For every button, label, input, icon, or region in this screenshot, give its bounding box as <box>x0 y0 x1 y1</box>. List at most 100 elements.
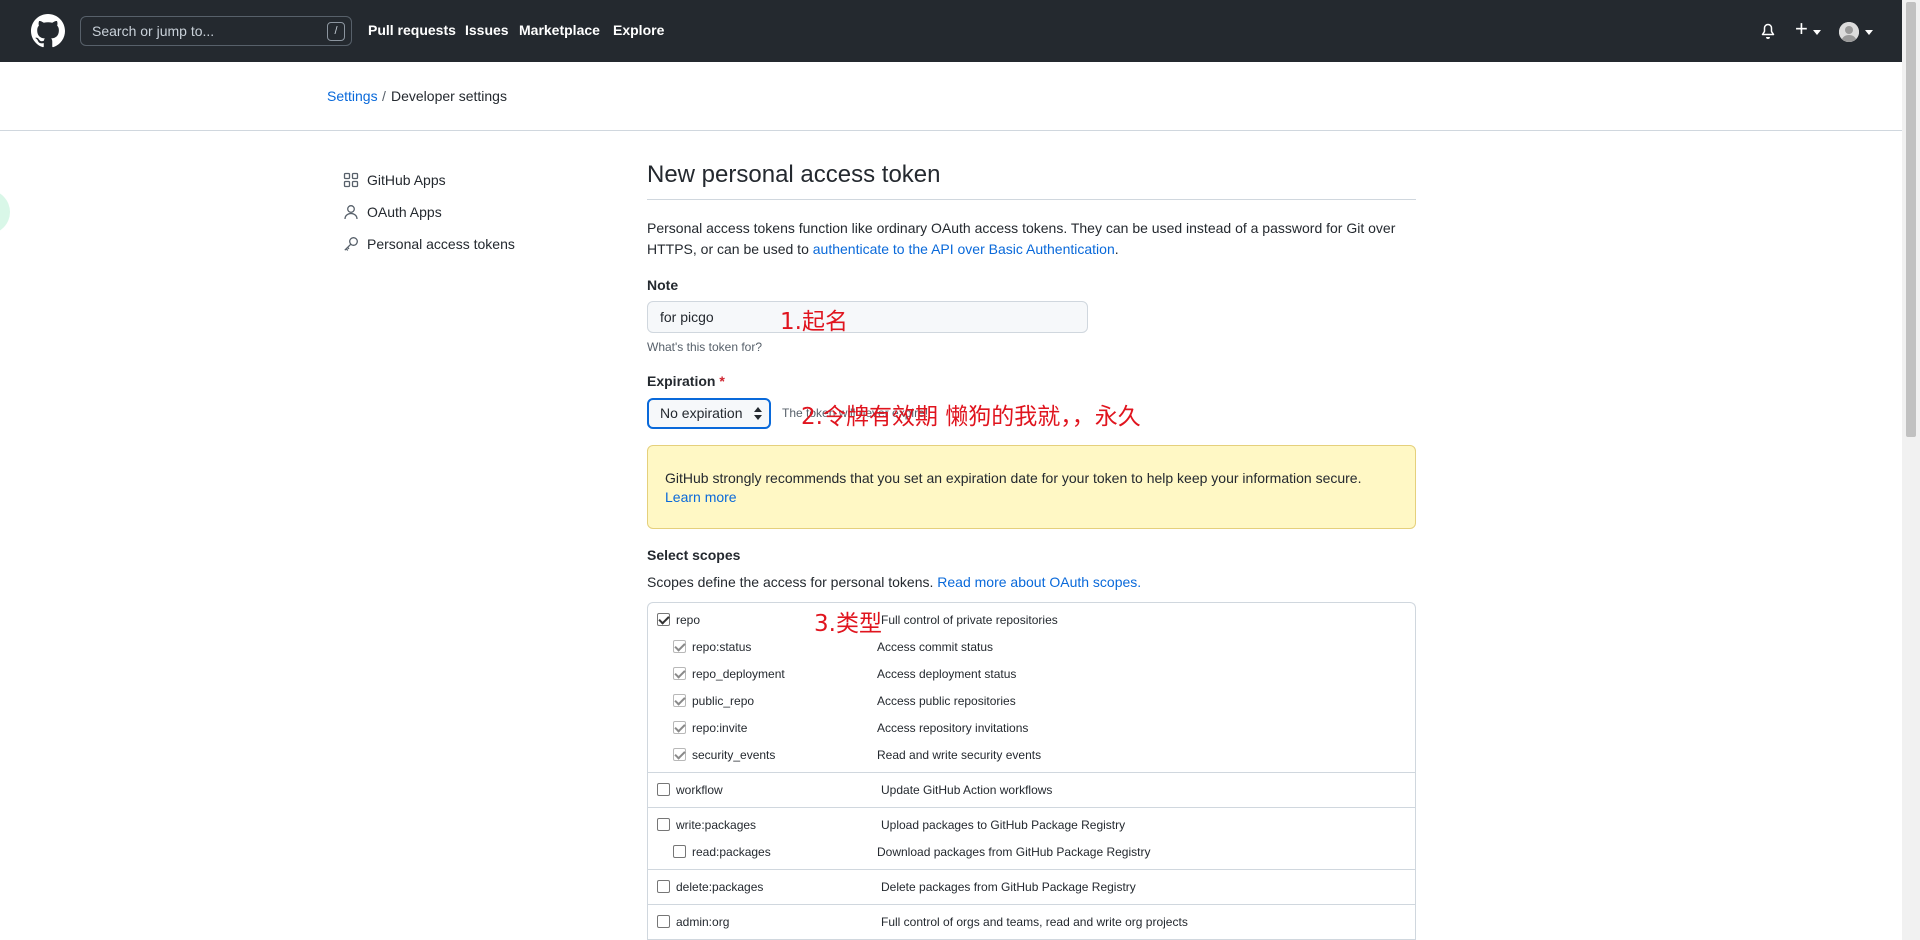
create-new-button[interactable]: + <box>1795 18 1808 40</box>
global-header: Search or jump to... / Pull requests Iss… <box>0 0 1902 62</box>
scope-checkbox[interactable] <box>657 783 670 796</box>
scope-group: admin:org Full control of orgs and teams,… <box>648 905 1415 940</box>
scope-description: Access public repositories <box>877 694 1016 708</box>
sidebar-item-label: Personal access tokens <box>367 236 515 252</box>
scope-name: delete:packages <box>676 880 764 894</box>
title-divider <box>647 199 1416 200</box>
key-icon <box>344 237 358 251</box>
scope-name: repo <box>676 613 701 627</box>
flash-text: GitHub strongly recommends that you set … <box>665 470 1362 486</box>
scope-row: write:packages Upload packages to GitHub … <box>648 811 1415 838</box>
annotation-3: 3.类型 <box>814 611 882 637</box>
scope-row: repo:status Access commit status <box>648 633 1415 660</box>
search-shortcut-key: / <box>327 22 345 41</box>
scope-row: repo:invite Access repository invitations <box>648 714 1415 741</box>
expiration-label-text: Expiration <box>647 373 716 389</box>
expiration-warning-flash: GitHub strongly recommends that you set … <box>647 445 1416 529</box>
scope-row: public_repo Access public repositories <box>648 687 1415 714</box>
settings-subhead <box>0 62 1902 131</box>
scope-checkbox[interactable] <box>657 818 670 831</box>
scopes-title: Select scopes <box>647 547 741 563</box>
bell-icon[interactable] <box>1760 23 1776 39</box>
scope-table: repo Full control of private repositories… <box>647 602 1416 940</box>
scope-checkbox[interactable] <box>673 721 686 734</box>
scope-description: Full control of orgs and teams, read and… <box>881 915 1188 929</box>
note-hint: What's this token for? <box>647 340 763 354</box>
breadcrumb-current: Developer settings <box>391 88 507 104</box>
sidebar-item-oauth-apps[interactable]: OAuth Apps <box>343 201 442 223</box>
select-arrows-icon <box>754 407 762 420</box>
edge-widget[interactable] <box>0 190 10 234</box>
oauth-scopes-link[interactable]: Read more about OAuth scopes. <box>937 574 1141 590</box>
scope-description: Access commit status <box>877 640 994 654</box>
scopes-description: Scopes define the access for personal to… <box>647 574 1141 590</box>
scope-row: read:packages Download packages from GitH… <box>648 838 1415 865</box>
apps-icon <box>343 172 359 188</box>
scope-checkbox[interactable] <box>657 915 670 928</box>
breadcrumb-separator: / <box>382 88 386 104</box>
scope-name: repo:status <box>692 640 752 654</box>
intro-end: . <box>1114 241 1119 257</box>
scope-description: Download packages from GitHub Package Re… <box>877 845 1151 859</box>
sidebar-item-label: GitHub Apps <box>367 172 446 188</box>
scope-description: Access deployment status <box>877 667 1017 681</box>
scope-checkbox[interactable] <box>673 694 686 707</box>
user-avatar-icon <box>1839 22 1859 42</box>
required-mark: * <box>719 373 725 389</box>
scope-group: workflow Update GitHub Action workflows <box>648 773 1415 808</box>
nav-pull-requests[interactable]: Pull requests <box>368 22 456 38</box>
scope-description: Update GitHub Action workflows <box>881 783 1053 797</box>
scope-row: security_events Read and write security e… <box>648 741 1415 768</box>
user-menu-caret-icon[interactable] <box>1865 30 1873 35</box>
scope-group: write:packages Upload packages to GitHub … <box>648 808 1415 870</box>
scope-name: read:packages <box>692 845 771 859</box>
scope-description: Access repository invitations <box>877 721 1029 735</box>
sidebar-item-label: OAuth Apps <box>367 204 442 220</box>
search-input[interactable]: Search or jump to... / <box>80 16 352 46</box>
scope-row: workflow Update GitHub Action workflows <box>648 776 1415 803</box>
scope-checkbox[interactable] <box>673 748 686 761</box>
scope-checkbox[interactable] <box>673 845 686 858</box>
scope-row: admin:org Full control of orgs and teams,… <box>648 908 1415 935</box>
scope-name: workflow <box>676 783 723 797</box>
learn-more-link[interactable]: Learn more <box>665 489 737 505</box>
scope-group: delete:packages Delete packages from GitH… <box>648 870 1415 905</box>
nav-explore[interactable]: Explore <box>613 22 664 38</box>
avatar[interactable] <box>1839 22 1859 42</box>
scope-checkbox[interactable] <box>657 880 670 893</box>
scrollbar-thumb[interactable] <box>1906 2 1916 437</box>
note-field[interactable] <box>647 301 1088 333</box>
scope-checkbox[interactable] <box>673 667 686 680</box>
scope-checkbox[interactable] <box>657 613 670 626</box>
scope-checkbox[interactable] <box>673 640 686 653</box>
breadcrumb-settings-link[interactable]: Settings <box>327 88 378 104</box>
nav-marketplace[interactable]: Marketplace <box>519 22 600 38</box>
scope-name: security_events <box>692 748 776 762</box>
annotation-1: 1.起名 <box>780 309 848 335</box>
scope-description: Delete packages from GitHub Package Regi… <box>881 880 1136 894</box>
nav-issues[interactable]: Issues <box>465 22 509 38</box>
sidebar-item-personal-access-tokens[interactable]: Personal access tokens <box>343 233 515 255</box>
expiration-select[interactable]: No expiration <box>647 398 771 429</box>
scope-description: Upload packages to GitHub Package Regist… <box>881 818 1126 832</box>
expiration-label: Expiration * <box>647 373 725 389</box>
basic-auth-link[interactable]: authenticate to the API over Basic Authe… <box>813 241 1115 257</box>
sidebar-item-github-apps[interactable]: GitHub Apps <box>343 169 446 191</box>
page-title: New personal access token <box>647 161 941 188</box>
scope-description: Full control of private repositories <box>881 613 1058 627</box>
search-placeholder: Search or jump to... <box>92 23 215 39</box>
scope-name: repo:invite <box>692 721 748 735</box>
annotation-2: 2.令牌有效期 懒狗的我就，，永久 <box>801 404 1141 430</box>
github-logo-icon[interactable] <box>31 14 65 48</box>
create-menu-caret-icon[interactable] <box>1813 30 1821 35</box>
scopes-desc-text: Scopes define the access for personal to… <box>647 574 938 590</box>
scope-row: repo Full control of private repositories <box>648 606 1415 633</box>
expiration-selected-value: No expiration <box>660 405 743 421</box>
scope-name: admin:org <box>676 915 730 929</box>
scope-description: Read and write security events <box>877 748 1042 762</box>
intro-text: Personal access tokens function like ord… <box>647 218 1416 260</box>
scope-name: public_repo <box>692 694 755 708</box>
note-label: Note <box>647 277 679 293</box>
scope-group: repo Full control of private repositories… <box>648 603 1415 773</box>
scope-name: write:packages <box>676 818 757 832</box>
